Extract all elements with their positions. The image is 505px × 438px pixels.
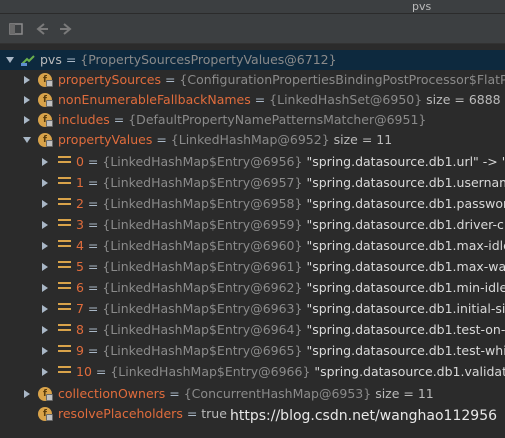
variable-icon: [20, 52, 36, 68]
entry-icon: [58, 198, 71, 210]
field-name: propertySources: [58, 72, 161, 87]
field-icon: f: [38, 407, 53, 421]
field-name: propertyValues: [58, 132, 153, 147]
map-entry-row[interactable]: 6 = {LinkedHashMap$Entry@6962} "spring.d…: [0, 278, 505, 298]
lock-icon: [46, 394, 53, 401]
map-entry-row[interactable]: 2 = {LinkedHashMap$Entry@6958} "spring.d…: [0, 194, 505, 214]
field-value: {DefaultPropertyNamePatternsMatcher@6951…: [128, 112, 427, 127]
entry-icon: [58, 324, 71, 336]
expand-arrow-icon[interactable]: [42, 179, 48, 187]
map-entry-row[interactable]: 3 = {LinkedHashMap$Entry@6959} "spring.d…: [0, 215, 505, 235]
field-name: resolvePlaceholders: [58, 406, 183, 421]
field-icon: f: [38, 73, 53, 87]
entry-icon: [58, 156, 71, 168]
lock-icon: [46, 414, 53, 421]
debugger-toolbar: [0, 14, 505, 44]
field-value: {ConfigurationPropertiesBindingPostProce…: [179, 72, 505, 87]
expand-arrow-icon[interactable]: [42, 326, 48, 334]
lock-icon: [46, 100, 53, 107]
entry-icon: [58, 240, 71, 252]
field-value: {LinkedHashMap@6952}: [170, 132, 330, 147]
expand-arrow-icon[interactable]: [42, 263, 48, 271]
size-label: size = 11: [329, 132, 393, 147]
expand-arrow-icon[interactable]: [42, 200, 48, 208]
expand-arrow-icon[interactable]: [24, 76, 30, 84]
size-label: size = 11: [371, 386, 434, 401]
map-entry-row[interactable]: 0 = {LinkedHashMap$Entry@6956} "spring.d…: [0, 152, 505, 172]
tree-root-row[interactable]: pvs = {PropertySourcesPropertyValues@671…: [0, 50, 505, 70]
field-icon: f: [38, 113, 53, 127]
expand-arrow-icon[interactable]: [42, 158, 48, 166]
variables-tree: pvs = {PropertySourcesPropertyValues@671…: [0, 48, 505, 438]
tree-field-row[interactable]: f propertyValues = {LinkedHashMap@6952} …: [0, 130, 505, 150]
collapse-arrow-icon[interactable]: [23, 137, 31, 143]
map-entry-row[interactable]: 7 = {LinkedHashMap$Entry@6963} "spring.d…: [0, 299, 505, 319]
expand-arrow-icon[interactable]: [42, 242, 48, 250]
field-icon: f: [38, 133, 53, 147]
expand-arrow-icon[interactable]: [42, 305, 48, 313]
field-value: {LinkedHashSet@6950}: [269, 92, 423, 107]
field-name: nonEnumerableFallbackNames: [58, 92, 251, 107]
field-name: includes: [58, 112, 110, 127]
map-entry-row[interactable]: 5 = {LinkedHashMap$Entry@6961} "spring.d…: [0, 257, 505, 277]
entry-icon: [58, 219, 71, 231]
variable-name: pvs: [40, 52, 62, 67]
restore-layout-icon[interactable]: [8, 21, 24, 37]
map-entry-row[interactable]: 9 = {LinkedHashMap$Entry@6965} "spring.d…: [0, 341, 505, 361]
field-value: true: [201, 406, 227, 421]
window-title: pvs: [412, 0, 432, 13]
map-entry-row[interactable]: 8 = {LinkedHashMap$Entry@6964} "spring.d…: [0, 320, 505, 340]
field-icon: f: [38, 93, 53, 107]
entry-icon: [58, 366, 71, 378]
expand-arrow-icon[interactable]: [24, 390, 30, 398]
expand-arrow-icon[interactable]: [42, 284, 48, 292]
expand-arrow-icon[interactable]: [42, 221, 48, 229]
title-bar: pvs: [0, 0, 505, 14]
map-entry-row[interactable]: 1 = {LinkedHashMap$Entry@6957} "spring.d…: [0, 173, 505, 193]
map-entry-row[interactable]: 10 = {LinkedHashMap$Entry@6966} "spring.…: [0, 362, 505, 382]
field-icon: f: [38, 387, 53, 401]
tree-field-row[interactable]: f collectionOwners = {ConcurrentHashMap@…: [0, 384, 505, 404]
field-name: collectionOwners: [58, 386, 166, 401]
expand-arrow-icon[interactable]: [24, 96, 30, 104]
tree-field-row[interactable]: f includes = {DefaultPropertyNamePattern…: [0, 110, 505, 130]
lock-icon: [46, 120, 53, 127]
expand-arrow-icon[interactable]: [42, 347, 48, 355]
back-icon[interactable]: [34, 21, 50, 37]
watermark-text: https://blog.csdn.net/wanghao112956: [230, 408, 498, 424]
lock-icon: [46, 140, 53, 147]
forward-icon[interactable]: [58, 21, 74, 37]
tree-field-row[interactable]: f nonEnumerableFallbackNames = {LinkedHa…: [0, 90, 505, 110]
entry-icon: [58, 282, 71, 294]
lock-icon: [46, 80, 53, 87]
entry-icon: [58, 261, 71, 273]
expand-arrow-icon[interactable]: [24, 116, 30, 124]
variable-value: {PropertySourcesPropertyValues@6712}: [80, 52, 337, 67]
expand-arrow-icon[interactable]: [42, 368, 48, 376]
collapse-arrow-icon[interactable]: [6, 57, 14, 63]
size-label: size = 6888: [422, 92, 501, 107]
map-entry-row[interactable]: 4 = {LinkedHashMap$Entry@6960} "spring.d…: [0, 236, 505, 256]
entry-icon: [58, 345, 71, 357]
entry-icon: [58, 177, 71, 189]
field-value: {ConcurrentHashMap@6953}: [183, 386, 372, 401]
entry-icon: [58, 303, 71, 315]
tree-field-row[interactable]: f propertySources = {ConfigurationProper…: [0, 70, 505, 90]
